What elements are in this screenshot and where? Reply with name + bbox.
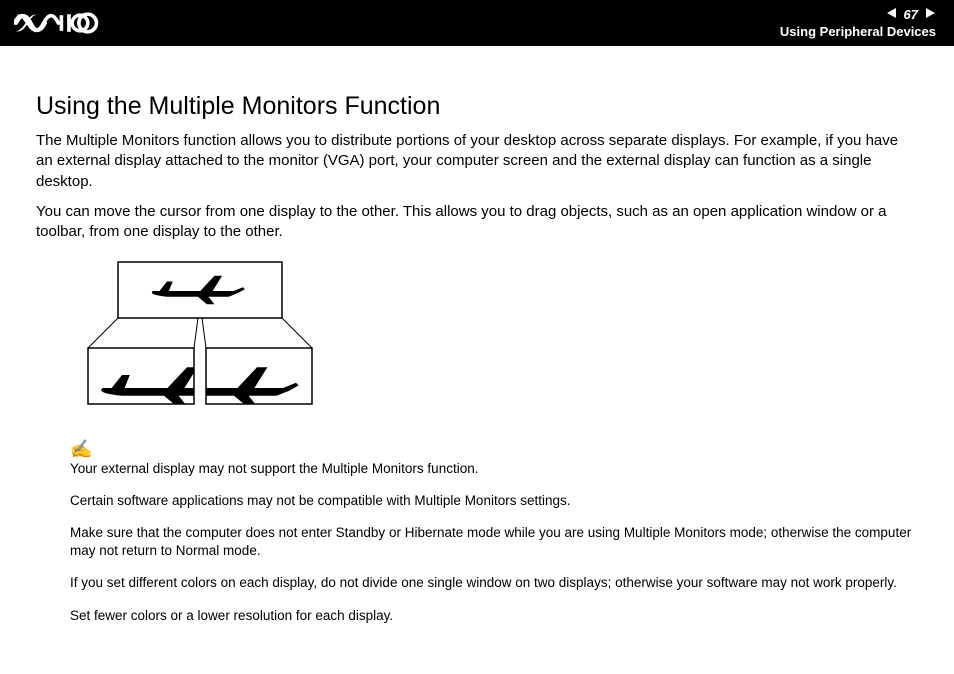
note-5: Set fewer colors or a lower resolution f…: [70, 607, 918, 625]
section-title: Using Peripheral Devices: [780, 24, 936, 39]
intro-paragraph-1: The Multiple Monitors function allows yo…: [36, 131, 918, 192]
page-header: 67 Using Peripheral Devices: [0, 0, 954, 46]
header-right: 67 Using Peripheral Devices: [780, 7, 936, 39]
multi-monitor-diagram: [70, 258, 918, 423]
next-page-icon[interactable]: [924, 7, 936, 22]
notes-section: ✍ Your external display may not support …: [70, 437, 918, 625]
vaio-logo: [14, 12, 134, 34]
note-2: Certain software applications may not be…: [70, 492, 918, 510]
note-4: If you set different colors on each disp…: [70, 574, 918, 592]
intro-paragraph-2: You can move the cursor from one display…: [36, 202, 918, 243]
page-content: Using the Multiple Monitors Function The…: [0, 46, 954, 625]
page-nav: 67: [780, 7, 936, 22]
note-icon: ✍: [70, 437, 918, 461]
prev-page-icon[interactable]: [886, 7, 898, 22]
note-1: Your external display may not support th…: [70, 460, 918, 478]
page-title: Using the Multiple Monitors Function: [36, 92, 918, 121]
page-number: 67: [904, 7, 918, 22]
note-3: Make sure that the computer does not ent…: [70, 524, 918, 560]
